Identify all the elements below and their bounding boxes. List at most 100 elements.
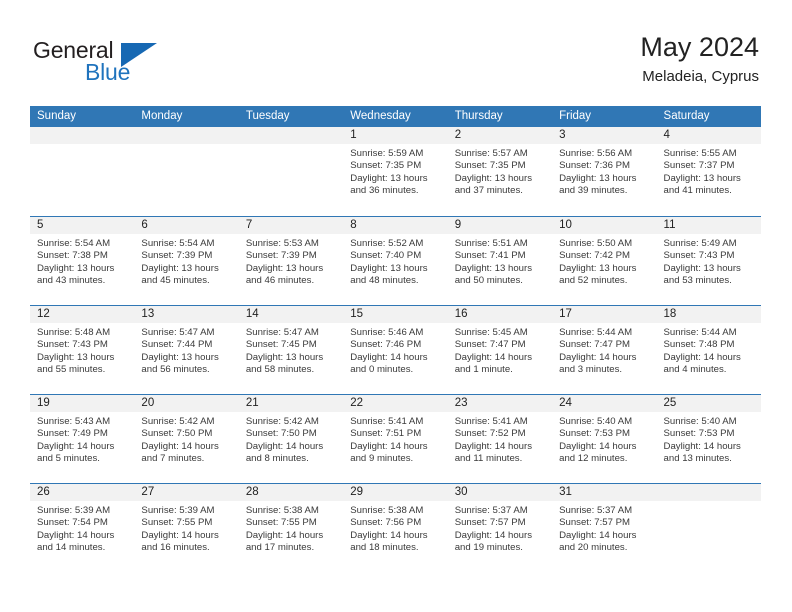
day-cell[interactable]: 17 Sunrise: 5:44 AM Sunset: 7:47 PM Dayl… xyxy=(552,306,657,394)
day-number: 8 xyxy=(343,217,448,234)
sunset-text: Sunset: 7:41 PM xyxy=(454,250,526,262)
daylight-text-line1: Daylight: 14 hours xyxy=(454,529,533,541)
day-details: Sunrise: 5:44 AM Sunset: 7:48 PM Dayligh… xyxy=(657,323,761,377)
day-cell[interactable]: 7 Sunrise: 5:53 AM Sunset: 7:39 PM Dayli… xyxy=(238,217,344,305)
day-number: 1 xyxy=(343,127,448,144)
sunrise-text: Sunrise: 5:46 AM xyxy=(350,327,424,338)
daylight-text-line1: Daylight: 14 hours xyxy=(245,440,324,452)
weekday-header-saturday: Saturday xyxy=(663,110,710,122)
day-cell[interactable]: 16 Sunrise: 5:45 AM Sunset: 7:47 PM Dayl… xyxy=(447,306,553,394)
day-details: Sunrise: 5:49 AM Sunset: 7:43 PM Dayligh… xyxy=(657,234,761,288)
day-cell[interactable]: 6 Sunrise: 5:54 AM Sunset: 7:39 PM Dayli… xyxy=(134,217,239,305)
day-number: 13 xyxy=(134,306,239,323)
sunrise-text: Sunrise: 5:44 AM xyxy=(663,327,737,338)
day-details: Sunrise: 5:54 AM Sunset: 7:38 PM Dayligh… xyxy=(30,234,134,288)
sunrise-text: Sunrise: 5:43 AM xyxy=(37,416,111,427)
day-cell[interactable]: 20 Sunrise: 5:42 AM Sunset: 7:50 PM Dayl… xyxy=(134,395,239,483)
day-number: 6 xyxy=(134,217,239,234)
day-cell[interactable]: 22 Sunrise: 5:41 AM Sunset: 7:51 PM Dayl… xyxy=(343,395,448,483)
daylight-text-line2: and 39 minutes. xyxy=(559,185,628,197)
day-number: 15 xyxy=(343,306,448,323)
daylight-text-line1: Daylight: 14 hours xyxy=(663,351,741,363)
daylight-text-line2: and 52 minutes. xyxy=(559,275,628,287)
day-cell[interactable]: 31 Sunrise: 5:37 AM Sunset: 7:57 PM Dayl… xyxy=(552,484,657,572)
day-number: 23 xyxy=(447,395,553,412)
calendar-grid: Sunday Monday Tuesday Wednesday Thursday… xyxy=(30,106,761,572)
day-cell[interactable]: 11 Sunrise: 5:49 AM Sunset: 7:43 PM Dayl… xyxy=(656,217,761,305)
day-cell[interactable]: 4 Sunrise: 5:55 AM Sunset: 7:37 PM Dayli… xyxy=(656,127,761,216)
day-cell[interactable]: 12 Sunrise: 5:48 AM Sunset: 7:43 PM Dayl… xyxy=(30,306,135,394)
day-cell[interactable]: 30 Sunrise: 5:37 AM Sunset: 7:57 PM Dayl… xyxy=(447,484,553,572)
sunrise-text: Sunrise: 5:54 AM xyxy=(141,238,215,249)
weekday-header-friday: Friday xyxy=(559,110,592,122)
day-cell[interactable]: 5 Sunrise: 5:54 AM Sunset: 7:38 PM Dayli… xyxy=(30,217,135,305)
day-cell[interactable]: 26 Sunrise: 5:39 AM Sunset: 7:54 PM Dayl… xyxy=(30,484,135,572)
day-cell[interactable]: 19 Sunrise: 5:43 AM Sunset: 7:49 PM Dayl… xyxy=(30,395,135,483)
calendar-week-row: 5 Sunrise: 5:54 AM Sunset: 7:38 PM Dayli… xyxy=(30,216,761,305)
day-cell[interactable]: 15 Sunrise: 5:46 AM Sunset: 7:46 PM Dayl… xyxy=(343,306,448,394)
day-cell[interactable]: 3 Sunrise: 5:56 AM Sunset: 7:36 PM Dayli… xyxy=(552,127,657,216)
daylight-text-line2: and 48 minutes. xyxy=(350,275,419,287)
sunset-text: Sunset: 7:54 PM xyxy=(37,517,108,529)
day-cell[interactable]: 14 Sunrise: 5:47 AM Sunset: 7:45 PM Dayl… xyxy=(238,306,344,394)
day-cell[interactable] xyxy=(238,127,344,216)
sunset-text: Sunset: 7:57 PM xyxy=(559,517,631,529)
day-cell[interactable]: 1 Sunrise: 5:59 AM Sunset: 7:35 PM Dayli… xyxy=(343,127,448,216)
day-details: Sunrise: 5:52 AM Sunset: 7:40 PM Dayligh… xyxy=(343,234,447,288)
day-number xyxy=(134,127,239,144)
sunrise-text: Sunrise: 5:54 AM xyxy=(37,238,111,249)
day-cell[interactable]: 18 Sunrise: 5:44 AM Sunset: 7:48 PM Dayl… xyxy=(656,306,761,394)
daylight-text-line2: and 18 minutes. xyxy=(350,542,419,554)
daylight-text-line2: and 8 minutes. xyxy=(245,453,309,465)
day-cell[interactable]: 8 Sunrise: 5:52 AM Sunset: 7:40 PM Dayli… xyxy=(343,217,448,305)
day-cell[interactable] xyxy=(656,484,761,572)
daylight-text-line2: and 0 minutes. xyxy=(350,364,414,376)
sunrise-text: Sunrise: 5:50 AM xyxy=(559,238,633,249)
day-number: 29 xyxy=(343,484,448,501)
sunrise-text: Sunrise: 5:57 AM xyxy=(454,148,528,159)
day-cell[interactable]: 27 Sunrise: 5:39 AM Sunset: 7:55 PM Dayl… xyxy=(134,484,239,572)
sunset-text: Sunset: 7:35 PM xyxy=(454,160,526,172)
day-cell[interactable]: 10 Sunrise: 5:50 AM Sunset: 7:42 PM Dayl… xyxy=(552,217,657,305)
day-number xyxy=(30,127,135,144)
day-cell[interactable]: 25 Sunrise: 5:40 AM Sunset: 7:53 PM Dayl… xyxy=(656,395,761,483)
daylight-text-line1: Daylight: 14 hours xyxy=(37,440,115,452)
day-cell[interactable] xyxy=(134,127,239,216)
page-subtitle: Meladeia, Cyprus xyxy=(642,68,759,85)
brand-logo[interactable]: General Blue xyxy=(33,32,293,92)
day-cell[interactable]: 29 Sunrise: 5:38 AM Sunset: 7:56 PM Dayl… xyxy=(343,484,448,572)
daylight-text-line2: and 12 minutes. xyxy=(559,453,628,465)
day-cell[interactable]: 2 Sunrise: 5:57 AM Sunset: 7:35 PM Dayli… xyxy=(447,127,553,216)
sunset-text: Sunset: 7:38 PM xyxy=(37,250,108,262)
daylight-text-line2: and 7 minutes. xyxy=(141,453,205,465)
daylight-text-line1: Daylight: 13 hours xyxy=(37,351,115,363)
day-number: 22 xyxy=(343,395,448,412)
day-cell[interactable]: 13 Sunrise: 5:47 AM Sunset: 7:44 PM Dayl… xyxy=(134,306,239,394)
day-details: Sunrise: 5:39 AM Sunset: 7:54 PM Dayligh… xyxy=(30,501,134,555)
daylight-text-line1: Daylight: 14 hours xyxy=(559,529,637,541)
day-cell[interactable]: 28 Sunrise: 5:38 AM Sunset: 7:55 PM Dayl… xyxy=(238,484,344,572)
daylight-text-line2: and 36 minutes. xyxy=(350,185,419,197)
sunrise-text: Sunrise: 5:40 AM xyxy=(663,416,737,427)
day-cell[interactable]: 21 Sunrise: 5:42 AM Sunset: 7:50 PM Dayl… xyxy=(238,395,344,483)
day-details: Sunrise: 5:55 AM Sunset: 7:37 PM Dayligh… xyxy=(657,144,761,198)
daylight-text-line2: and 41 minutes. xyxy=(663,185,732,197)
day-number: 11 xyxy=(656,217,761,234)
day-number: 19 xyxy=(30,395,135,412)
daylight-text-line2: and 5 minutes. xyxy=(37,453,100,465)
day-cell[interactable] xyxy=(30,127,135,216)
day-details: Sunrise: 5:39 AM Sunset: 7:55 PM Dayligh… xyxy=(134,501,238,555)
page-title: May 2024 xyxy=(640,32,759,62)
daylight-text-line2: and 17 minutes. xyxy=(245,542,315,554)
day-details: Sunrise: 5:46 AM Sunset: 7:46 PM Dayligh… xyxy=(343,323,447,377)
daylight-text-line1: Daylight: 14 hours xyxy=(245,529,324,541)
daylight-text-line1: Daylight: 13 hours xyxy=(454,172,533,184)
day-cell[interactable]: 9 Sunrise: 5:51 AM Sunset: 7:41 PM Dayli… xyxy=(447,217,553,305)
day-cell[interactable]: 24 Sunrise: 5:40 AM Sunset: 7:53 PM Dayl… xyxy=(552,395,657,483)
daylight-text-line1: Daylight: 14 hours xyxy=(559,440,637,452)
day-details xyxy=(657,501,761,505)
day-cell[interactable]: 23 Sunrise: 5:41 AM Sunset: 7:52 PM Dayl… xyxy=(447,395,553,483)
title-block: May 2024 Meladeia, Cyprus xyxy=(640,30,759,88)
daylight-text-line1: Daylight: 13 hours xyxy=(454,262,533,274)
sunset-text: Sunset: 7:57 PM xyxy=(454,517,526,529)
